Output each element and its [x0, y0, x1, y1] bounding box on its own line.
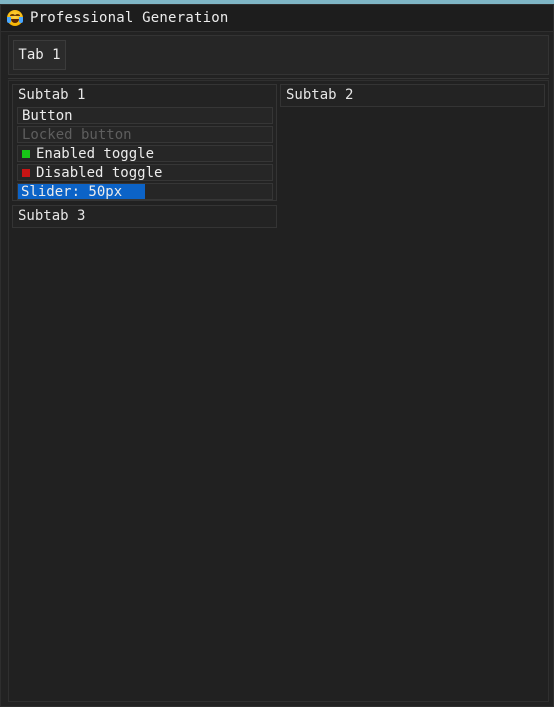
title-bar[interactable]: Professional Generation [1, 5, 553, 32]
toggle-off-indicator-icon [22, 168, 30, 177]
slider-label: Slider: 50px [21, 183, 123, 200]
crying-laughing-emoji-icon [7, 10, 23, 26]
tab-1[interactable]: Tab 1 [13, 40, 66, 70]
locked-button: Locked button [17, 126, 273, 143]
subtab-3-panel: Subtab 3 [12, 205, 277, 228]
button[interactable]: Button [17, 107, 273, 124]
slider[interactable]: Slider: 50px [17, 183, 273, 200]
enabled-toggle[interactable]: Enabled toggle [17, 145, 273, 162]
subtab-1-panel: Subtab 1 Button Locked button Enabled to… [12, 84, 277, 201]
subtab-1-title: Subtab 1 [18, 87, 86, 103]
tab-content: Subtab 1 Button Locked button Enabled to… [8, 80, 549, 702]
window-title: Professional Generation [30, 10, 229, 26]
tab-bar: Tab 1 [8, 35, 549, 75]
subtab-3-title: Subtab 3 [18, 208, 86, 224]
enabled-toggle-label: Enabled toggle [36, 145, 155, 162]
subtab-2-title: Subtab 2 [286, 87, 354, 103]
main-window: Professional Generation Tab 1 Subtab 1 B… [0, 4, 554, 707]
toggle-on-indicator-icon [22, 149, 30, 158]
disabled-toggle[interactable]: Disabled toggle [17, 164, 273, 181]
subtab-2-panel: Subtab 2 [280, 84, 545, 107]
tab-divider [8, 78, 549, 79]
disabled-toggle-label: Disabled toggle [36, 164, 163, 181]
